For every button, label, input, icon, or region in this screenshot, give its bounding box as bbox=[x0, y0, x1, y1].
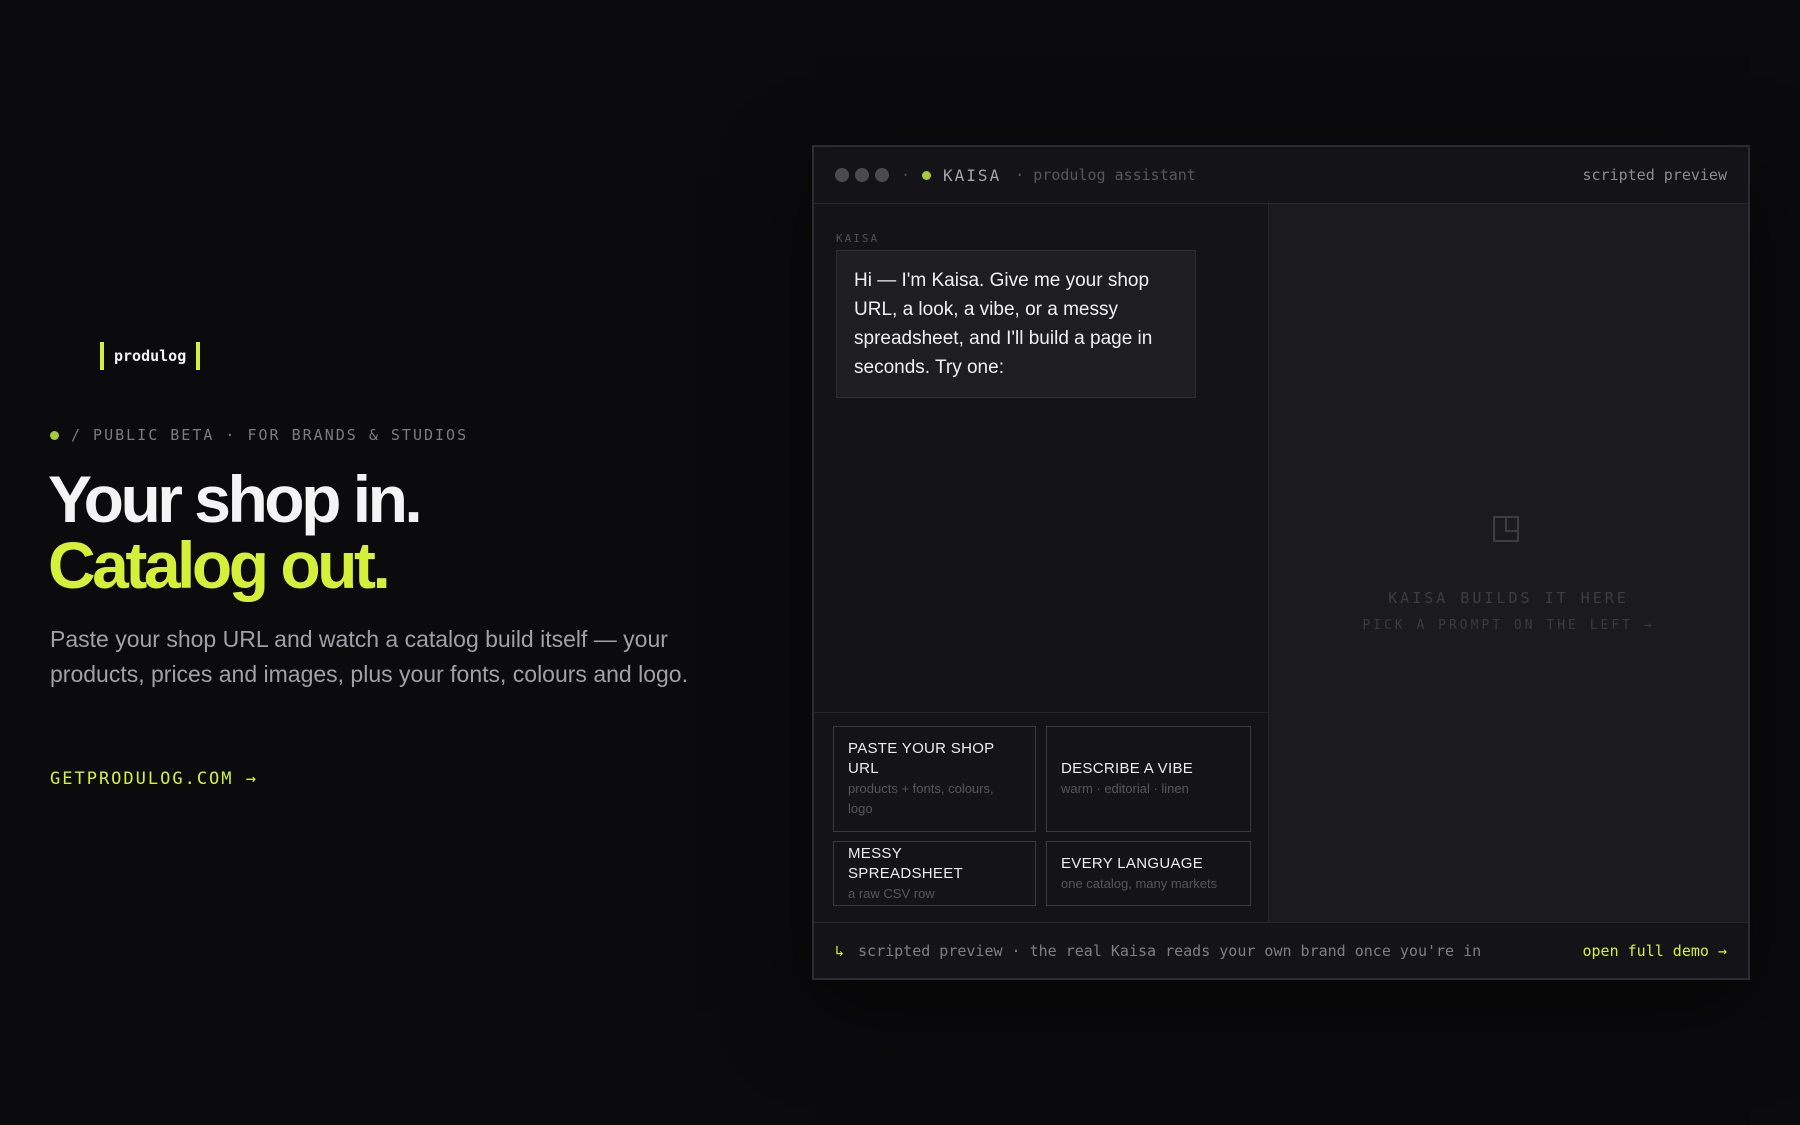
prompt-subtitle: one catalog, many markets bbox=[1061, 875, 1218, 891]
prompt-card-spreadsheet[interactable]: MESSY SPREADSHEET a raw CSV row bbox=[833, 841, 1036, 906]
agent-online-dot-icon bbox=[922, 170, 932, 180]
return-arrow-icon: ↳ bbox=[835, 941, 845, 960]
titlebar-separator: · bbox=[901, 166, 911, 184]
prompt-title: EVERY LANGUAGE bbox=[1061, 854, 1204, 872]
prompt-subtitle: a raw CSV row bbox=[848, 885, 935, 901]
prompt-title: PASTE YOUR SHOP URL bbox=[848, 740, 995, 777]
eyebrow: / PUBLIC BETA · FOR BRANDS & STUDIOS bbox=[50, 426, 468, 444]
assistant-preview-window: · KAISA · produlog assistant scripted pr… bbox=[812, 145, 1750, 980]
preview-mode-label: scripted preview bbox=[1582, 166, 1728, 184]
agent-name: KAISA bbox=[943, 165, 1002, 185]
window-maximize-icon[interactable] bbox=[875, 168, 889, 182]
window-close-icon[interactable] bbox=[835, 168, 849, 182]
agent-subtitle: · produlog assistant bbox=[1015, 166, 1196, 184]
hero-description: Paste your shop URL and watch a catalog … bbox=[50, 626, 688, 687]
prompt-title: MESSY SPREADSHEET bbox=[848, 844, 963, 882]
eyebrow-text: / PUBLIC BETA · FOR BRANDS & STUDIOS bbox=[71, 426, 469, 444]
window-controls bbox=[835, 168, 889, 182]
window-titlebar: · KAISA · produlog assistant scripted pr… bbox=[814, 147, 1748, 204]
page-headline: Your shop in. Catalog out. bbox=[48, 462, 423, 602]
canvas-placeholder-hint: PICK A PROMPT ON THE LEFT → bbox=[1362, 618, 1655, 633]
headline-line-2: Catalog out. bbox=[48, 528, 391, 602]
prompt-title: DESCRIBE A VIBE bbox=[1061, 760, 1194, 777]
prompt-card-vibe[interactable]: DESCRIBE A VIBE warm · editorial · linen bbox=[1046, 726, 1251, 832]
prompt-suggestions: PASTE YOUR SHOP URL products + fonts, co… bbox=[814, 712, 1269, 947]
canvas-placeholder-title: KAISA BUILDS IT HERE bbox=[1388, 589, 1629, 607]
message-sender: KAISA bbox=[836, 232, 880, 245]
build-canvas: KAISA BUILDS IT HERE PICK A PROMPT ON TH… bbox=[1269, 204, 1748, 926]
chat-panel: KAISA Hi — I'm Kaisa. Give me your shop … bbox=[814, 204, 1269, 967]
window-minimize-icon[interactable] bbox=[855, 168, 869, 182]
cta-link[interactable]: GETPRODULOG.COM → bbox=[50, 769, 258, 789]
assistant-message-bubble: Hi — I'm Kaisa. Give me your shop URL, a… bbox=[836, 250, 1196, 398]
prompt-subtitle: products + fonts, colours, logo bbox=[848, 781, 994, 816]
prompt-subtitle: warm · editorial · linen bbox=[1061, 781, 1189, 796]
brand-logo[interactable]: produlog bbox=[100, 342, 201, 370]
layout-icon bbox=[1493, 516, 1519, 542]
window-footer: ↳ scripted preview · the real Kaisa read… bbox=[814, 922, 1748, 978]
headline-line-1: Your shop in. bbox=[48, 462, 423, 536]
prompt-card-language[interactable]: EVERY LANGUAGE one catalog, many markets bbox=[1046, 841, 1251, 906]
status-dot-icon bbox=[50, 430, 59, 440]
prompt-card-shop-url[interactable]: PASTE YOUR SHOP URL products + fonts, co… bbox=[833, 726, 1036, 832]
footer-note: scripted preview · the real Kaisa reads … bbox=[858, 941, 1482, 960]
open-full-demo-link[interactable]: open full demo → bbox=[1583, 942, 1728, 960]
